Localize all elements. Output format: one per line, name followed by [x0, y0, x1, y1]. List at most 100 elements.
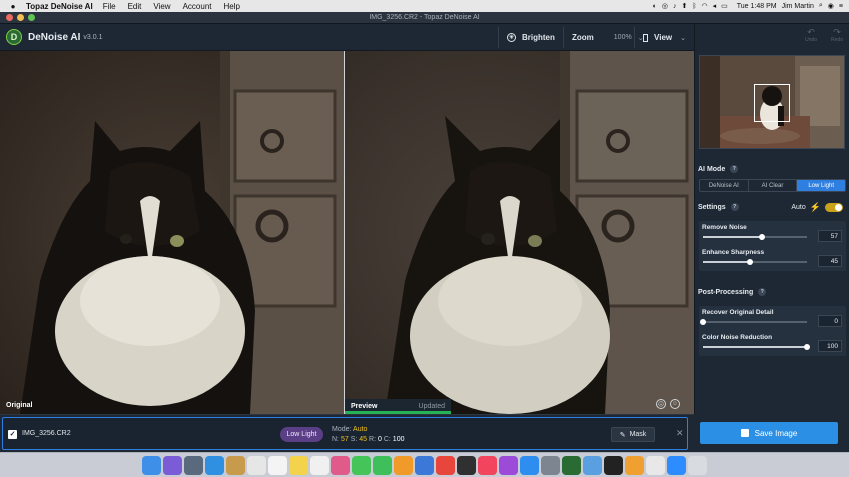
- spotlight-icon[interactable]: ⌕: [819, 2, 823, 10]
- brighten-button[interactable]: ☀ Brighten: [498, 27, 563, 48]
- stickies-icon[interactable]: [289, 455, 308, 475]
- wifi-icon[interactable]: ◠: [702, 2, 708, 10]
- menu-view[interactable]: View: [153, 2, 170, 11]
- menu-edit[interactable]: Edit: [128, 2, 142, 11]
- photos-app-icon[interactable]: [331, 455, 350, 475]
- status-icon-4[interactable]: ⬆: [681, 2, 687, 10]
- sad-face-icon[interactable]: ☹: [656, 399, 666, 409]
- preview-status-bar: Preview Updated: [345, 399, 451, 414]
- music-icon[interactable]: [478, 455, 497, 475]
- trash-icon[interactable]: [688, 455, 707, 475]
- launchpad-icon[interactable]: [184, 455, 203, 475]
- chrome-icon[interactable]: [646, 455, 665, 475]
- save-image-label: Save Image: [754, 428, 798, 438]
- help-icon[interactable]: ?: [730, 203, 739, 211]
- preview-icon[interactable]: [583, 455, 602, 475]
- enhance-sharpness-knob[interactable]: [746, 259, 753, 265]
- settings-sliders: Remove Noise 57 Enhance Sharpness 45: [699, 221, 846, 271]
- preview-pane[interactable]: [345, 51, 694, 414]
- enhance-sharpness-value[interactable]: 45: [818, 255, 842, 267]
- status-icon-3[interactable]: ♪: [673, 3, 677, 10]
- happy-face-icon[interactable]: ☺: [670, 399, 680, 409]
- siri-menubar-icon[interactable]: ◉: [828, 2, 834, 10]
- status-icon-1[interactable]: ◐: [653, 3, 657, 10]
- tab-denoise-ai[interactable]: DeNoise AI: [700, 180, 749, 191]
- redo-button[interactable]: ↷ Redo: [831, 28, 843, 44]
- navigator-thumbnail[interactable]: [699, 55, 845, 149]
- enhance-sharpness-track[interactable]: [703, 259, 807, 265]
- remove-noise-track[interactable]: [703, 234, 807, 240]
- menubar-app-name[interactable]: Topaz DeNoise AI: [26, 2, 93, 11]
- post-processing-sliders: Recover Original Detail 0 Color Noise Re…: [699, 306, 846, 356]
- settings-panel: ↶ Undo ↷ Redo AI Mode ? DeNoise AI AI Cl…: [694, 24, 849, 452]
- siri-icon[interactable]: [163, 455, 182, 475]
- view-dropdown[interactable]: View ⌄: [634, 27, 694, 48]
- menubar-user[interactable]: Jim Martin: [782, 3, 814, 10]
- image-viewer[interactable]: Original Preview Updated ☹ ☺: [0, 51, 694, 414]
- finder-icon[interactable]: [142, 455, 161, 475]
- color-noise-track[interactable]: [703, 344, 810, 350]
- screen: ● Topaz DeNoise AI File Edit View Accoun…: [0, 0, 849, 477]
- notes-icon[interactable]: [226, 455, 245, 475]
- ai-mode-label: AI Mode: [698, 165, 726, 173]
- zoom-icon[interactable]: [667, 455, 686, 475]
- control-center-icon[interactable]: ≡: [839, 3, 843, 10]
- podcasts-icon[interactable]: [499, 455, 518, 475]
- settings-icon[interactable]: [541, 455, 560, 475]
- facetime-icon[interactable]: [373, 455, 392, 475]
- brighten-icon: ☀: [507, 33, 516, 42]
- file-checkbox[interactable]: ✓: [8, 430, 17, 439]
- mode-value: Auto: [353, 426, 368, 433]
- recover-detail-knob[interactable]: [700, 319, 706, 325]
- save-image-button[interactable]: Save Image: [700, 422, 838, 444]
- news-icon[interactable]: [436, 455, 455, 475]
- help-icon[interactable]: ?: [730, 165, 739, 173]
- undo-icon: ↶: [807, 27, 815, 37]
- menu-help[interactable]: Help: [223, 2, 239, 11]
- zoom-window-button[interactable]: [28, 14, 35, 21]
- topaz-icon[interactable]: [562, 455, 581, 475]
- recover-detail-value[interactable]: 0: [818, 315, 842, 327]
- terminal-icon[interactable]: [604, 455, 623, 475]
- original-pane[interactable]: Original: [0, 51, 344, 414]
- battery-icon[interactable]: ▭: [721, 2, 728, 10]
- tab-ai-clear[interactable]: AI Clear: [749, 180, 798, 191]
- remove-noise-value[interactable]: 57: [818, 230, 842, 242]
- safari-icon[interactable]: [205, 455, 224, 475]
- keynote-icon[interactable]: [415, 455, 434, 475]
- navigator-viewport-box[interactable]: [754, 84, 790, 122]
- menu-file[interactable]: File: [103, 2, 116, 11]
- mode-label: Mode:: [332, 426, 352, 433]
- undo-button[interactable]: ↶ Undo: [805, 27, 817, 44]
- bluetooth-icon[interactable]: ᛒ: [692, 3, 696, 10]
- photos-icon[interactable]: [247, 455, 266, 475]
- calendar-icon[interactable]: [268, 455, 287, 475]
- minimize-window-button[interactable]: [17, 14, 24, 21]
- color-noise-value[interactable]: 100: [818, 340, 842, 352]
- pages-icon[interactable]: [394, 455, 413, 475]
- messages-icon[interactable]: [352, 455, 371, 475]
- menubar-clock[interactable]: Tue 1:48 PM: [737, 3, 777, 10]
- color-noise-fill: [703, 346, 807, 348]
- reminders-icon[interactable]: [310, 455, 329, 475]
- status-icon-2[interactable]: ◎: [662, 2, 668, 10]
- books-icon[interactable]: [625, 455, 644, 475]
- menubar-status-area: ◐ ◎ ♪ ⬆ ᛒ ◠ ◂ ▭ Tue 1:48 PM Jim Martin ⌕…: [653, 2, 849, 10]
- remove-file-icon[interactable]: ✕: [676, 428, 684, 439]
- mask-button[interactable]: ✎ Mask: [611, 427, 655, 442]
- volume-icon[interactable]: ◂: [713, 2, 717, 10]
- remove-noise-knob[interactable]: [759, 234, 766, 240]
- filmstrip: ✓ IMG_3256.CR2 Low Light Mode: Auto N: 5…: [0, 414, 694, 452]
- tab-low-light[interactable]: Low Light: [797, 180, 845, 191]
- appstore-icon[interactable]: [520, 455, 539, 475]
- color-noise-knob[interactable]: [804, 344, 810, 350]
- logo-letter: D: [10, 32, 18, 42]
- menu-account[interactable]: Account: [183, 2, 212, 11]
- stocks-icon[interactable]: [457, 455, 476, 475]
- apple-menu-icon[interactable]: ●: [6, 2, 20, 11]
- auto-toggle[interactable]: [825, 203, 843, 212]
- close-window-button[interactable]: [6, 14, 13, 21]
- help-icon[interactable]: ?: [758, 288, 767, 296]
- recover-detail-track[interactable]: [700, 319, 807, 325]
- file-list-item[interactable]: ✓ IMG_3256.CR2 Low Light Mode: Auto N: 5…: [2, 417, 688, 450]
